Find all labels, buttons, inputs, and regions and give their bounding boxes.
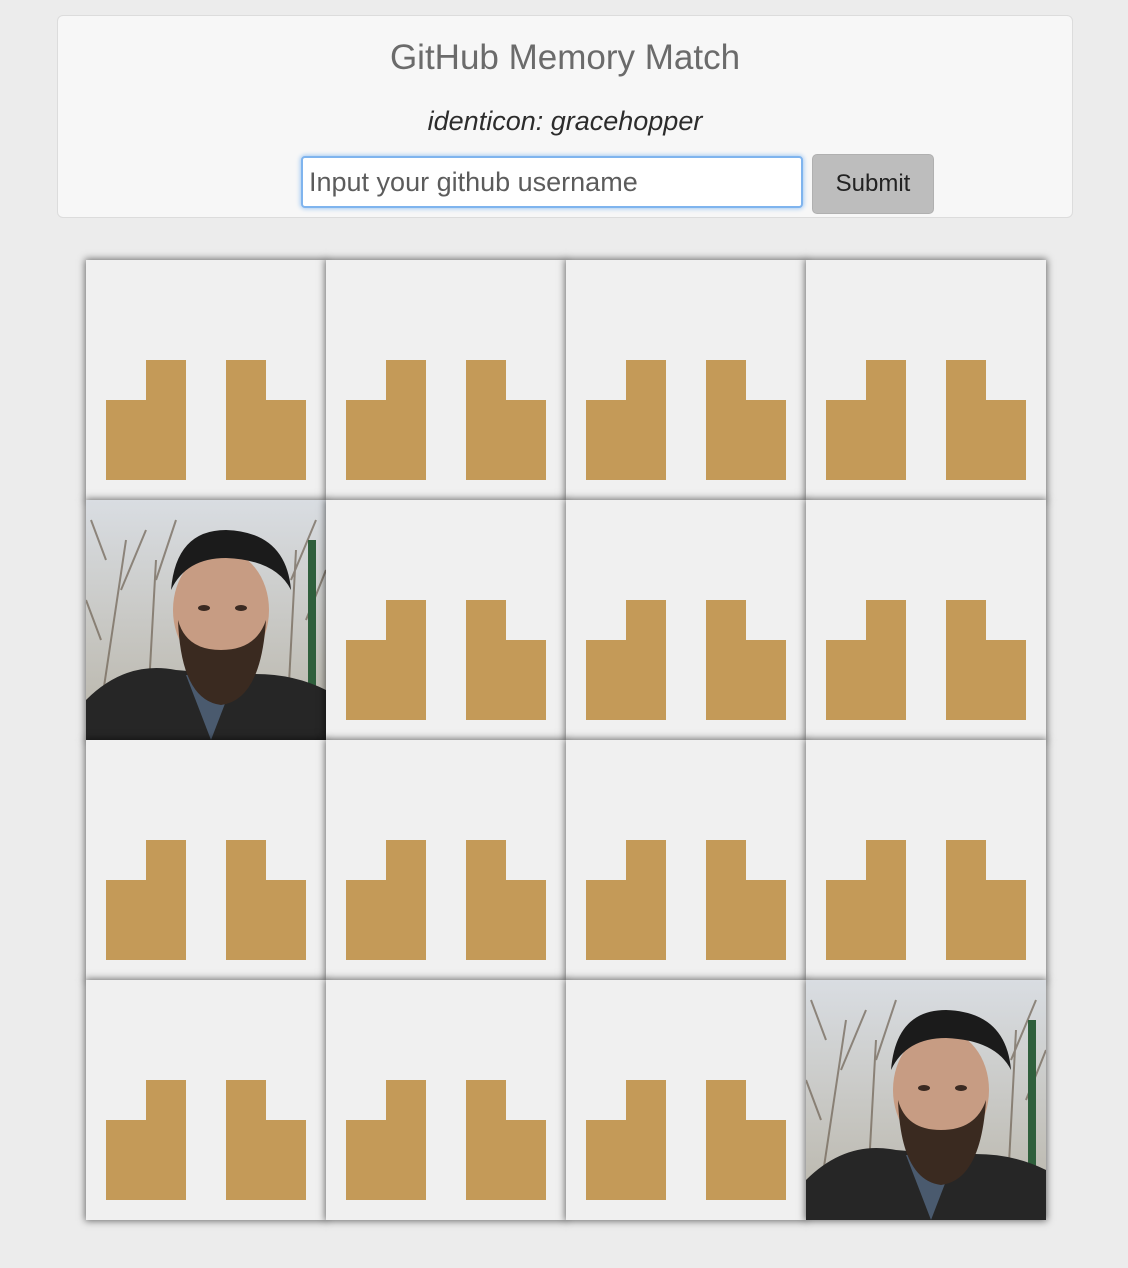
- memory-card[interactable]: [326, 740, 566, 980]
- memory-card[interactable]: [566, 980, 806, 1220]
- identicon-icon: [346, 1080, 546, 1200]
- identicon-icon: [346, 360, 546, 480]
- memory-card-revealed[interactable]: [86, 500, 326, 740]
- memory-card-revealed[interactable]: [806, 980, 1046, 1220]
- memory-card[interactable]: [86, 980, 326, 1220]
- avatar-photo-icon: [806, 980, 1046, 1220]
- memory-card[interactable]: [806, 260, 1046, 500]
- header-panel: GitHub Memory Match identicon: gracehopp…: [57, 15, 1073, 218]
- memory-card[interactable]: [326, 500, 566, 740]
- identicon-icon: [586, 360, 786, 480]
- username-input[interactable]: [301, 156, 803, 208]
- identicon-icon: [826, 360, 1026, 480]
- memory-card[interactable]: [566, 500, 806, 740]
- game-board: [86, 260, 1046, 1220]
- identicon-icon: [106, 840, 306, 960]
- identicon-icon: [346, 600, 546, 720]
- identicon-icon: [586, 600, 786, 720]
- avatar-photo-icon: [86, 500, 326, 740]
- memory-card[interactable]: [806, 740, 1046, 980]
- page-title: GitHub Memory Match: [389, 38, 741, 77]
- memory-card[interactable]: [326, 980, 566, 1220]
- memory-card[interactable]: [566, 740, 806, 980]
- memory-card[interactable]: [566, 260, 806, 500]
- identicon-icon: [586, 840, 786, 960]
- identicon-icon: [346, 840, 546, 960]
- identicon-icon: [106, 360, 306, 480]
- identicon-subtitle: identicon: gracehopper: [427, 106, 703, 136]
- memory-card[interactable]: [86, 260, 326, 500]
- memory-card[interactable]: [806, 500, 1046, 740]
- memory-card[interactable]: [326, 260, 566, 500]
- identicon-icon: [106, 1080, 306, 1200]
- identicon-icon: [826, 600, 1026, 720]
- memory-card[interactable]: [86, 740, 326, 980]
- submit-button[interactable]: Submit: [812, 154, 934, 214]
- identicon-icon: [826, 840, 1026, 960]
- identicon-icon: [586, 1080, 786, 1200]
